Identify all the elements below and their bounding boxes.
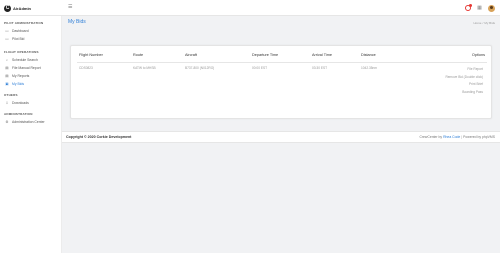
author-link[interactable]: Rhea Code [443,135,460,139]
header-flight-number: Flight Number [79,53,103,57]
user-avatar[interactable] [488,4,495,12]
header-departure-time: Departure Time [252,53,279,57]
remove-bid-link[interactable]: Remove Bid (Double click) [413,74,483,82]
sidebar-item-downloads[interactable]: ⇩ Downloads [0,99,61,107]
bids-icon: ▣ [5,82,9,86]
sidebar-item-pilot-bid[interactable]: ▭ Pilot Bid [0,35,61,43]
sidebar-item-label: Schedule Search [12,58,38,62]
reports-icon: ▤ [5,74,9,78]
hamburger-menu-icon[interactable]: ☰ [68,5,72,10]
notification-badge [469,3,472,7]
cell-flight-number: CDS0823 [79,66,93,70]
cell-route: KATW to MHSB [133,66,156,70]
sidebar-item-my-bids[interactable]: ▣ My Bids [0,80,61,88]
powered-by-text: Powered by phpVMS [463,135,495,139]
sidebar-section-pilot-administration: PILOT ADMINISTRATION [4,21,44,25]
brand-logo-icon: C [4,4,11,12]
notification-bell-icon[interactable] [464,3,472,12]
header-aircraft: Aircraft [185,53,198,57]
sidebar-item-label: Downloads [12,101,29,105]
options-list: File Report Remove Bid (Double click) Pr… [413,66,483,96]
copyright-text: Copyright © 2020 Corkie Development [66,135,132,139]
sidebar-section-others: OTHERS [4,93,18,97]
search-icon: ⌕ [5,58,8,62]
breadcrumb-current: My Bids [484,21,495,25]
file-report-link[interactable]: File Report [413,66,483,74]
dashboard-icon: ▭ [5,29,9,33]
brand[interactable]: C AirAdmin [4,3,31,13]
sidebar-item-label: File Manual Report [12,66,41,70]
sidebar-item-schedule-search[interactable]: ⌕ Schedule Search [0,56,61,64]
table-header: Flight Number Route Aircraft Departure T… [77,53,487,61]
sidebar-item-my-reports[interactable]: ▤ My Reports [0,72,61,80]
sidebar-item-label: Pilot Bid [12,37,25,41]
top-navbar: C AirAdmin ☰ ▦ [0,0,500,16]
footer-separator: | [461,135,463,139]
header-arrival-time: Arrival Time [312,53,333,57]
gear-icon: ⚙ [5,120,9,124]
cell-arrival-time: 03:30 EST [312,66,328,70]
brand-name: AirAdmin [13,5,31,11]
sidebar-section-flight-operations: FLIGHT OPERATIONS [4,50,39,54]
table-header-divider [77,62,487,63]
grid-icon[interactable]: ▦ [476,5,483,12]
sidebar-item-administration-center[interactable]: ⚙ Administration Center [0,118,61,126]
sidebar-item-dashboard[interactable]: ▭ Dashboard [0,27,61,35]
sidebar-item-label: Administration Center [12,120,45,124]
breadcrumb: Home / My Bids [473,21,495,25]
page-title: My Bids [68,19,86,25]
header-route: Route [133,53,144,57]
boarding-pass-link[interactable]: Boarding Pass [413,89,483,97]
print-brief-link[interactable]: Print Brief [413,81,483,89]
powered-by: CrewCenter by Rhea Code | Powered by php… [419,135,495,139]
footer: Copyright © 2020 Corkie Development Crew… [62,131,500,143]
cell-aircraft: B737-800 (N012RO) [185,66,215,70]
sidebar-item-label: Dashboard [12,29,29,33]
cell-departure-time: 00:00 EST [252,66,268,70]
page-title-bar: My Bids Home / My Bids [62,16,500,30]
bids-card: Flight Number Route Aircraft Departure T… [70,45,492,119]
sidebar: PILOT ADMINISTRATION ▭ Dashboard ▭ Pilot… [0,16,62,253]
header-distance: Distance [361,53,376,57]
download-icon: ⇩ [5,101,9,105]
breadcrumb-home-link[interactable]: Home [473,21,481,25]
cell-distance: 1042.35nm [361,66,377,70]
document-icon: ▤ [5,66,9,70]
main-content: My Bids Home / My Bids Flight Number Rou… [62,16,500,253]
sidebar-item-file-manual-report[interactable]: ▤ File Manual Report [0,64,61,72]
sidebar-item-label: My Reports [12,74,30,78]
pilot-bid-icon: ▭ [5,37,9,41]
sidebar-item-label: My Bids [12,82,25,86]
sidebar-section-administration: ADMINISTRATION [4,112,33,116]
header-options: Options [471,53,485,57]
top-icons: ▦ [464,3,495,13]
crewcenter-text: CrewCenter by [419,135,443,139]
breadcrumb-separator: / [482,21,484,25]
